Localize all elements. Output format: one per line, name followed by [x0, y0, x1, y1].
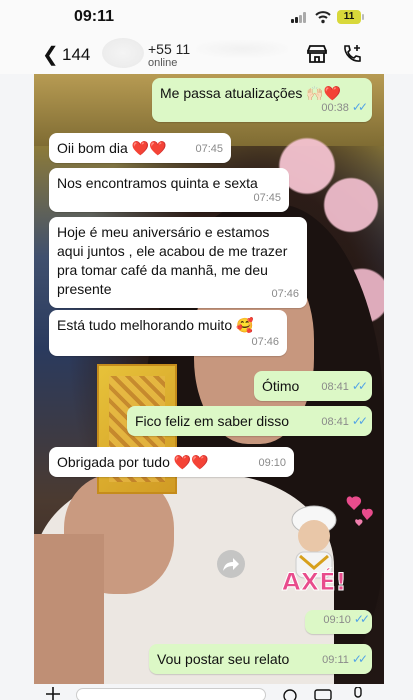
input-bar[interactable]	[0, 684, 413, 700]
message-bubble[interactable]: Obrigada por tudo ❤️❤️ 09:10	[49, 447, 294, 477]
battery-icon: 11	[337, 10, 364, 24]
message-time: 09:10	[323, 614, 351, 626]
signal-icon	[291, 12, 311, 23]
message-bubble[interactable]: 09:10 ✓✓	[305, 610, 372, 634]
message-bubble[interactable]: Me passa atualizações 🙌🏻❤️ 00:38 ✓✓	[152, 78, 372, 122]
message-time: 07:45	[253, 192, 281, 204]
message-text: Está tudo melhorando muito 🥰	[57, 317, 254, 333]
message-time: 07:46	[271, 288, 299, 300]
wallpaper-arm	[34, 534, 104, 684]
back-count[interactable]: 144	[62, 45, 90, 65]
wifi-icon	[315, 11, 331, 24]
phone-screen: 09:11 11 ❮ 144 +55 11 online Me passa at…	[0, 0, 413, 700]
message-time: 00:38	[321, 102, 349, 114]
message-text: Hoje é meu aniversário e estamos aqui ju…	[57, 224, 288, 297]
chat-area: Me passa atualizações 🙌🏻❤️ 00:38 ✓✓ Oii b…	[34, 74, 384, 684]
message-meta: 09:11 ✓✓	[322, 650, 368, 670]
plus-icon[interactable]	[46, 687, 60, 700]
axe-sticker[interactable]: AXÉ!	[274, 494, 378, 604]
read-ticks-icon: ✓✓	[351, 100, 368, 114]
sticker-icon[interactable]	[282, 688, 298, 700]
sticker-caption: AXÉ!	[281, 568, 347, 597]
contact-phone[interactable]: +55 11	[148, 41, 190, 57]
message-bubble[interactable]: Vou postar seu relato 09:11 ✓✓	[149, 644, 372, 674]
read-ticks-icon: ✓✓	[351, 414, 368, 428]
storefront-icon[interactable]	[305, 42, 329, 66]
message-meta: 09:10 ✓✓	[323, 610, 370, 630]
message-time: 09:10	[258, 457, 286, 469]
contact-status: online	[148, 57, 178, 69]
read-ticks-icon: ✓✓	[353, 612, 370, 626]
avatar[interactable]	[102, 38, 144, 68]
message-meta: 00:38 ✓✓	[321, 98, 368, 118]
microphone-icon[interactable]	[352, 687, 364, 699]
message-bubble[interactable]: Oii bom dia ❤️❤️ 07:45	[49, 133, 231, 163]
forward-icon[interactable]	[217, 550, 245, 578]
chat-header: ❮ 144 +55 11 online	[0, 34, 413, 74]
status-bar: 09:11 11	[0, 0, 413, 34]
camera-icon[interactable]	[314, 688, 332, 700]
redacted-name	[196, 40, 288, 58]
message-bubble[interactable]: Hoje é meu aniversário e estamos aqui ju…	[49, 217, 307, 308]
message-meta: 08:41 ✓✓	[321, 412, 368, 432]
message-time: 08:41	[321, 381, 349, 393]
message-bubble[interactable]: Nos encontramos quinta e sexta 07:45	[49, 168, 289, 212]
read-ticks-icon: ✓✓	[351, 379, 368, 393]
message-time: 09:11	[322, 654, 349, 666]
message-bubble[interactable]: Fico feliz em saber disso 08:41 ✓✓	[127, 406, 372, 436]
message-time: 08:41	[321, 416, 349, 428]
message-time: 07:46	[251, 336, 279, 348]
add-call-icon[interactable]	[340, 42, 364, 66]
chevron-left-icon[interactable]: ❮	[42, 42, 59, 67]
message-meta: 08:41 ✓✓	[321, 377, 368, 397]
message-text: Obrigada por tudo ❤️❤️	[57, 454, 209, 470]
message-time: 07:45	[195, 143, 223, 155]
message-text: Nos encontramos quinta e sexta	[57, 175, 258, 191]
message-input[interactable]	[76, 688, 266, 700]
message-bubble[interactable]: Ótimo 08:41 ✓✓	[254, 371, 372, 401]
status-time: 09:11	[74, 8, 115, 25]
message-bubble[interactable]: Está tudo melhorando muito 🥰 07:46	[49, 310, 287, 356]
read-ticks-icon: ✓✓	[351, 652, 368, 666]
